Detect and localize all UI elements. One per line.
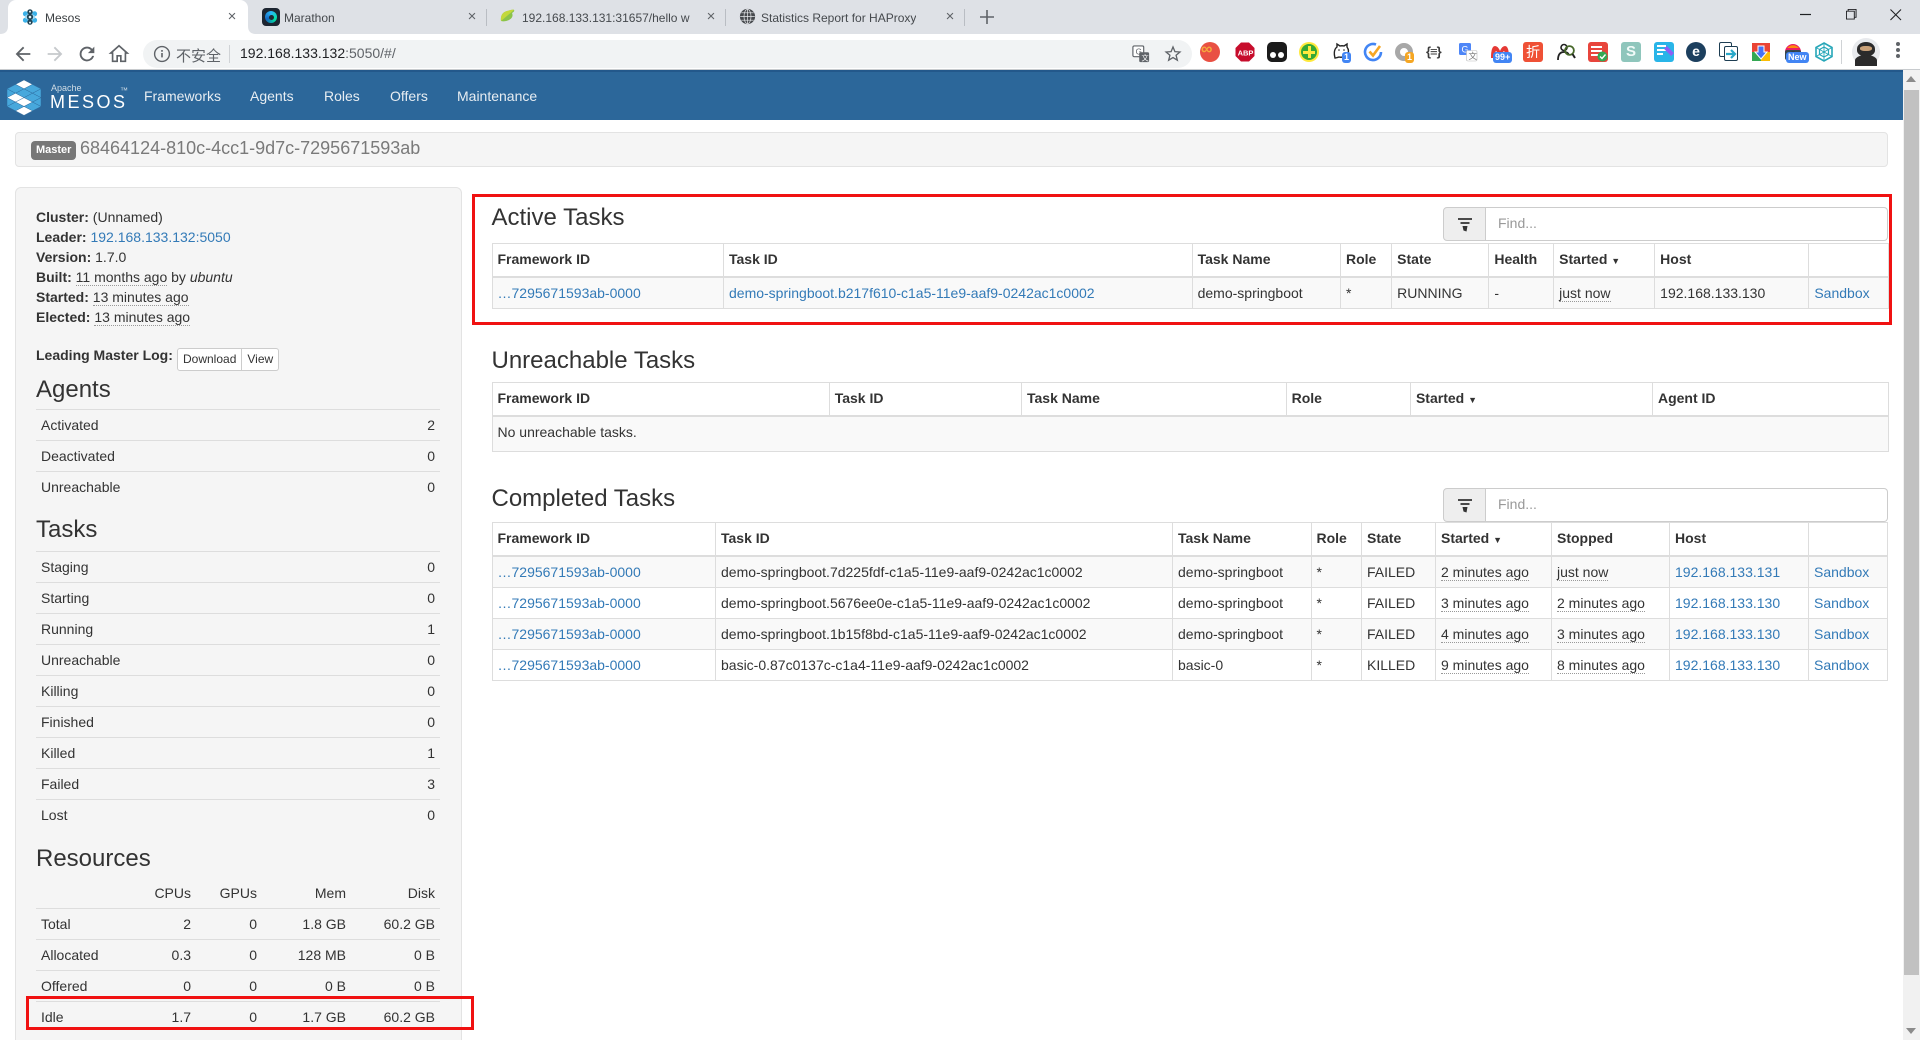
- svg-text:ABP: ABP: [1238, 49, 1254, 58]
- svg-text:文: 文: [1141, 53, 1148, 62]
- svg-text:文: 文: [1469, 51, 1478, 61]
